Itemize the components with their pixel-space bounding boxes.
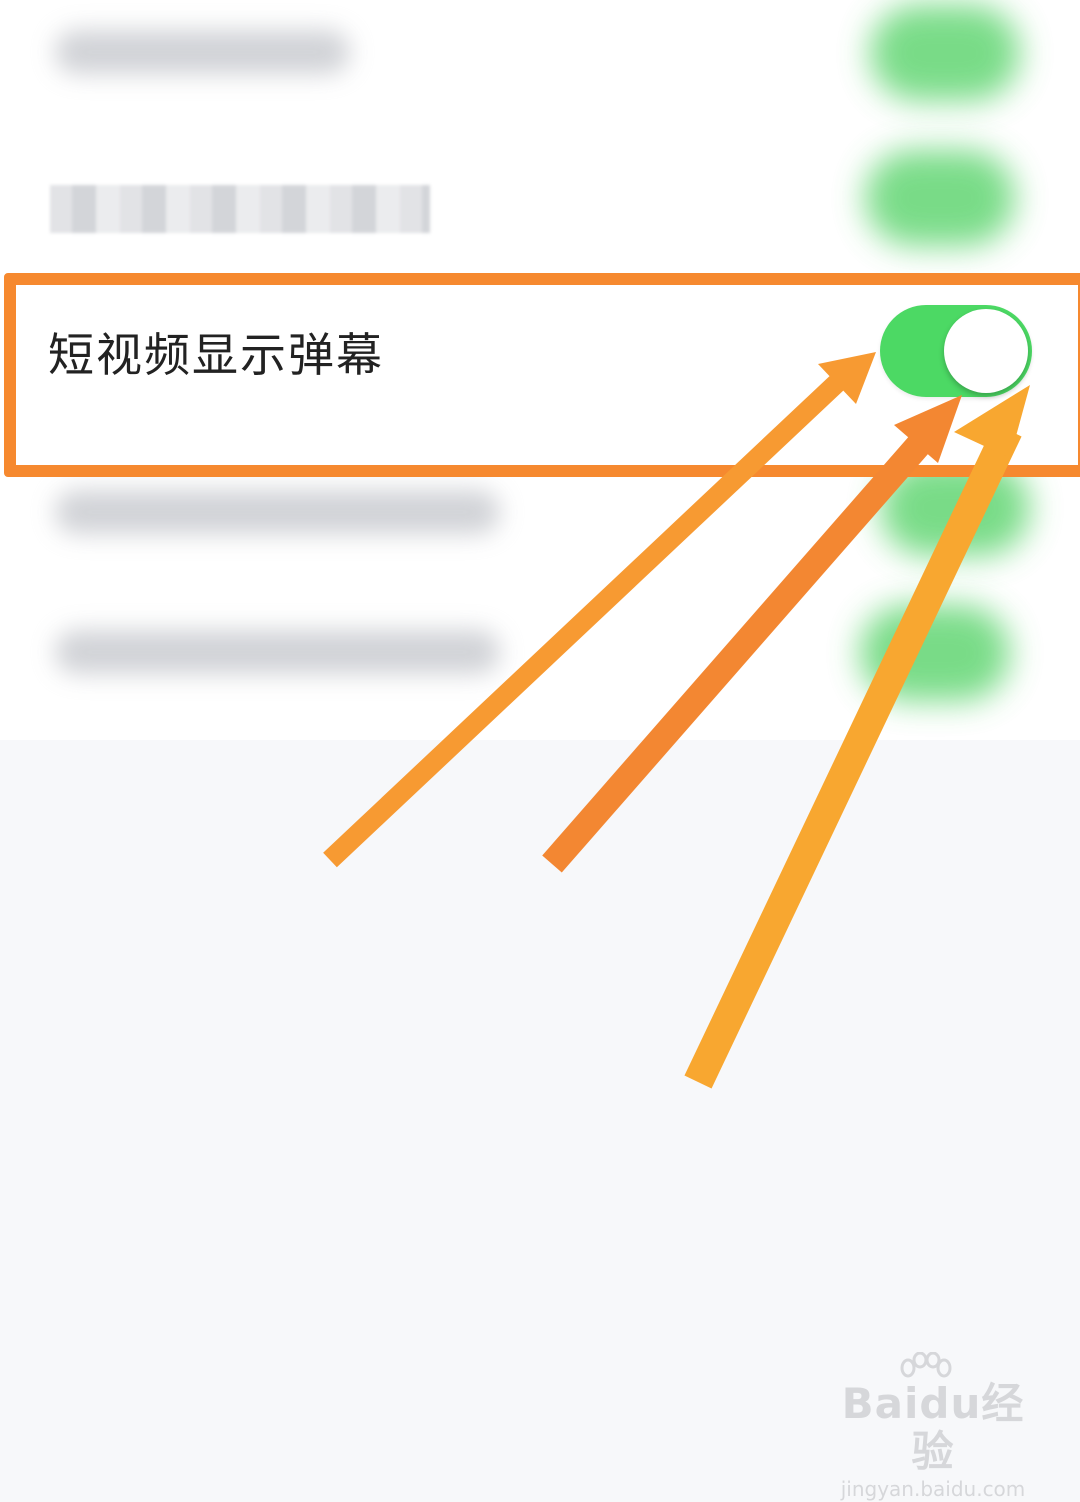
annotation-arrows (323, 352, 1030, 1089)
baidu-jingyan-watermark: Baidu经验 jingyan.baidu.com (828, 1352, 1038, 1501)
watermark-brand: Baidu经验 (841, 1379, 1025, 1476)
paw-logo-icon (900, 1352, 952, 1378)
watermark-site: jingyan.baidu.com (840, 1477, 1026, 1501)
